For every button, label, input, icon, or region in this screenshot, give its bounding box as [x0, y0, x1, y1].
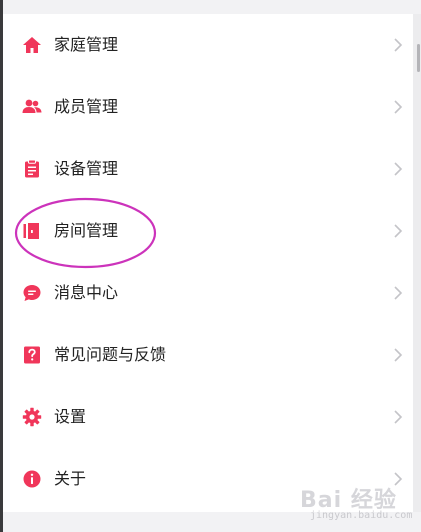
menu-item-label: 消息中心: [54, 283, 119, 302]
question-icon: [24, 346, 40, 364]
gear-icon: [22, 407, 42, 427]
chevron-right-icon: [394, 162, 403, 176]
top-spacer: [3, 0, 421, 14]
menu-item-about[interactable]: 关于: [3, 448, 413, 510]
chevron-right-icon: [394, 100, 403, 114]
room-door-icon: [23, 223, 39, 239]
menu-item-settings[interactable]: 设置: [3, 386, 413, 448]
chevron-right-icon: [394, 472, 403, 486]
menu-item-label: 常见问题与反馈: [54, 345, 167, 364]
settings-menu: 家庭管理 成员管理 设备管理 房间管理 消息中心 常见问题与反馈 设置 关于: [3, 14, 413, 512]
message-icon: [23, 285, 41, 301]
menu-item-room-management[interactable]: 房间管理: [3, 200, 413, 262]
menu-item-family-management[interactable]: 家庭管理: [3, 14, 413, 76]
chevron-right-icon: [394, 286, 403, 300]
settings-menu-card: 家庭管理 成员管理 设备管理 房间管理 消息中心 常见问题与反馈 设置 关于: [3, 14, 413, 512]
menu-item-faq-feedback[interactable]: 常见问题与反馈: [3, 324, 413, 386]
menu-item-label: 设备管理: [54, 159, 119, 178]
chevron-right-icon: [394, 224, 403, 238]
menu-item-label: 家庭管理: [54, 35, 119, 54]
menu-item-label: 房间管理: [54, 221, 119, 240]
device-icon: [25, 159, 39, 178]
menu-item-label: 关于: [54, 469, 87, 488]
chevron-right-icon: [394, 348, 403, 362]
menu-item-member-management[interactable]: 成员管理: [3, 76, 413, 138]
menu-item-label: 成员管理: [54, 97, 119, 116]
scrollbar-track[interactable]: [413, 14, 421, 512]
info-icon: [23, 470, 41, 488]
chevron-right-icon: [394, 38, 403, 52]
chevron-right-icon: [394, 410, 403, 424]
members-icon: [22, 99, 42, 113]
menu-item-device-management[interactable]: 设备管理: [3, 138, 413, 200]
bottom-spacer: [3, 512, 421, 532]
scrollbar-thumb[interactable]: [417, 44, 420, 72]
home-icon: [23, 37, 41, 53]
menu-item-label: 设置: [54, 407, 87, 426]
menu-item-message-center[interactable]: 消息中心: [3, 262, 413, 324]
